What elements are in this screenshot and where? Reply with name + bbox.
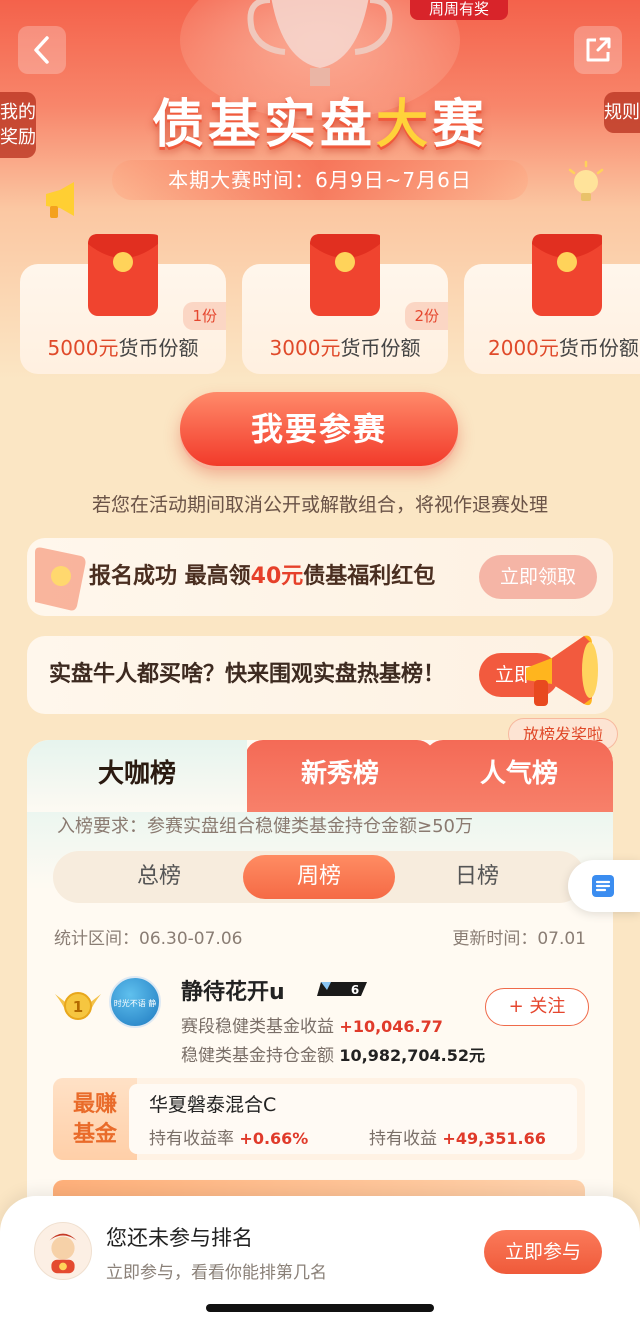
avatar[interactable]: 时光不语 静待花开 [109,976,161,1028]
follow-button[interactable]: + 关注 [485,988,589,1026]
prize-amount-value: 5000元 [47,336,119,360]
contest-period: 本期大赛时间：6月9日~7月6日 [112,160,528,200]
top-fund-detail: 华夏磐泰混合C 持有收益率 +0.66% 持有收益 +49,351.66 [129,1084,577,1154]
weekly-prize-badge: 周周有奖 [410,0,508,20]
page-title: 债基实盘大赛 [0,82,640,157]
not-ranked-title: 您还未参与排名 [106,1226,253,1250]
fund-rate-value: +0.66% [239,1129,309,1148]
register-text-amount: 40元 [250,564,304,589]
fund-name[interactable]: 华夏磐泰混合C [149,1090,276,1117]
register-bonus-text: 报名成功 最高领40元债基福利红包 [89,538,435,616]
hot-fund-text: 实盘牛人都买啥？快来围观实盘热基榜！ [49,662,446,687]
register-text-before: 报名成功 最高领 [89,564,251,589]
fund-profit-value: +49,351.66 [442,1129,546,1148]
red-envelope-icon [88,234,158,316]
tab-top-players[interactable]: 大咖榜 [27,740,247,812]
svg-text:1: 1 [73,998,83,1016]
not-ranked-subtitle: 立即参与，看看你能排第几名 [106,1263,327,1283]
prize-amount: 5000元货币份额 [20,332,226,361]
document-icon [592,875,614,897]
bulb-icon [568,160,604,201]
back-icon [34,36,49,64]
trophy-icon [247,0,393,86]
share-icon [586,37,611,62]
segment-weekly[interactable]: 周榜 [243,855,395,899]
fund-rate: 持有收益率 +0.66% [149,1124,308,1149]
join-contest-button[interactable]: 我要参赛 [180,392,458,466]
join-now-button[interactable]: 立即参与 [484,1230,602,1274]
return-stat: 赛段稳健类基金收益 +10,046.77 [181,1012,443,1037]
fund-profit-label: 持有收益 [369,1129,437,1149]
medal-icon: 1 [55,992,101,1020]
prize-card: 2份 3000元货币份额 [242,234,448,374]
red-envelope-icon [532,234,602,316]
holding-stat: 稳健类基金持仓金额 10,982,704.52元 [181,1041,485,1066]
prize-count: 2份 [405,302,448,330]
prize-desc: 货币份额 [340,336,421,360]
level-value: 6 [351,983,359,997]
title-highlight: 大 [375,95,432,155]
register-bonus-card[interactable]: 报名成功 最高领40元债基福利红包 立即领取 [27,538,613,616]
level-badge-icon: 6 [317,982,367,997]
mascot-avatar-icon [34,1222,92,1280]
megaphone-icon [526,635,598,706]
username[interactable]: 静待花开u [181,974,285,1006]
stat-range: 统计区间：06.30-07.06 [54,929,243,949]
fund-profit: 持有收益 +49,351.66 [369,1124,546,1149]
prize-card: 1份 5000元货币份额 [20,234,226,374]
holding-value: 10,982,704.52元 [339,1046,485,1065]
prize-desc: 货币份额 [118,336,199,360]
top-fund-tag: 最赚 基金 [53,1078,137,1160]
prize-card: 8 2000元货币份额 [464,234,640,374]
return-value: +10,046.77 [339,1017,443,1036]
my-rewards-tab[interactable]: 我的奖励 [0,92,36,158]
return-label: 赛段稳健类基金收益 [181,1017,334,1037]
share-button[interactable] [574,26,622,74]
register-text-after: 债基福利红包 [303,564,436,589]
prize-amount-value: 2000元 [488,336,559,360]
red-envelope-icon [310,234,380,316]
holding-label: 稳健类基金持仓金额 [181,1046,334,1066]
prize-amount-value: 3000元 [269,336,341,360]
back-button[interactable] [18,26,66,74]
top-fund-tag-line2: 基金 [72,1122,117,1147]
rules-tab[interactable]: 规则 [604,92,640,133]
top-fund-tag-line1: 最赚 [72,1092,117,1117]
top-fund-card[interactable]: 最赚 基金 华夏磐泰混合C 持有收益率 +0.66% 持有收益 +49,351.… [53,1078,585,1160]
leaderboard-entry[interactable]: 1 时光不语 静待花开 静待花开u 6 赛段稳健类基金收益 +10,046.77… [27,966,613,1086]
tab-popular[interactable]: 人气榜 [425,740,613,812]
prize-amount: 3000元货币份额 [242,332,448,361]
entry-requirement: 入榜要求：参赛实盘组合稳健类基金持仓金额≥50万 [57,816,473,837]
title-text: 债基实盘 [151,95,376,155]
tab-newcomer[interactable]: 新秀榜 [245,740,435,812]
withdraw-notice: 若您在活动期间取消公开或解散组合，将视作退赛处理 [91,494,548,516]
period-segment: 总榜 周榜 日榜 [53,851,585,903]
claim-now-button[interactable]: 立即领取 [479,555,597,599]
megaphone-small-icon [46,182,74,218]
fund-rate-label: 持有收益率 [149,1129,234,1149]
update-time: 更新时间：07.01 [452,929,586,949]
prize-desc: 货币份额 [558,336,639,360]
segment-total[interactable]: 总榜 [83,855,235,899]
home-indicator [206,1304,434,1312]
floating-document-button[interactable] [568,860,640,912]
prize-count: 1份 [183,302,226,330]
title-text-end: 赛 [432,95,489,155]
prize-carousel[interactable]: 1份 5000元货币份额 2份 3000元货币份额 8 2000元货币份额 [0,228,640,378]
leaderboard-tabs: 人气榜 新秀榜 大咖榜 [27,740,613,812]
prize-amount: 2000元货币份额 [464,332,640,361]
segment-daily[interactable]: 日榜 [401,855,553,899]
